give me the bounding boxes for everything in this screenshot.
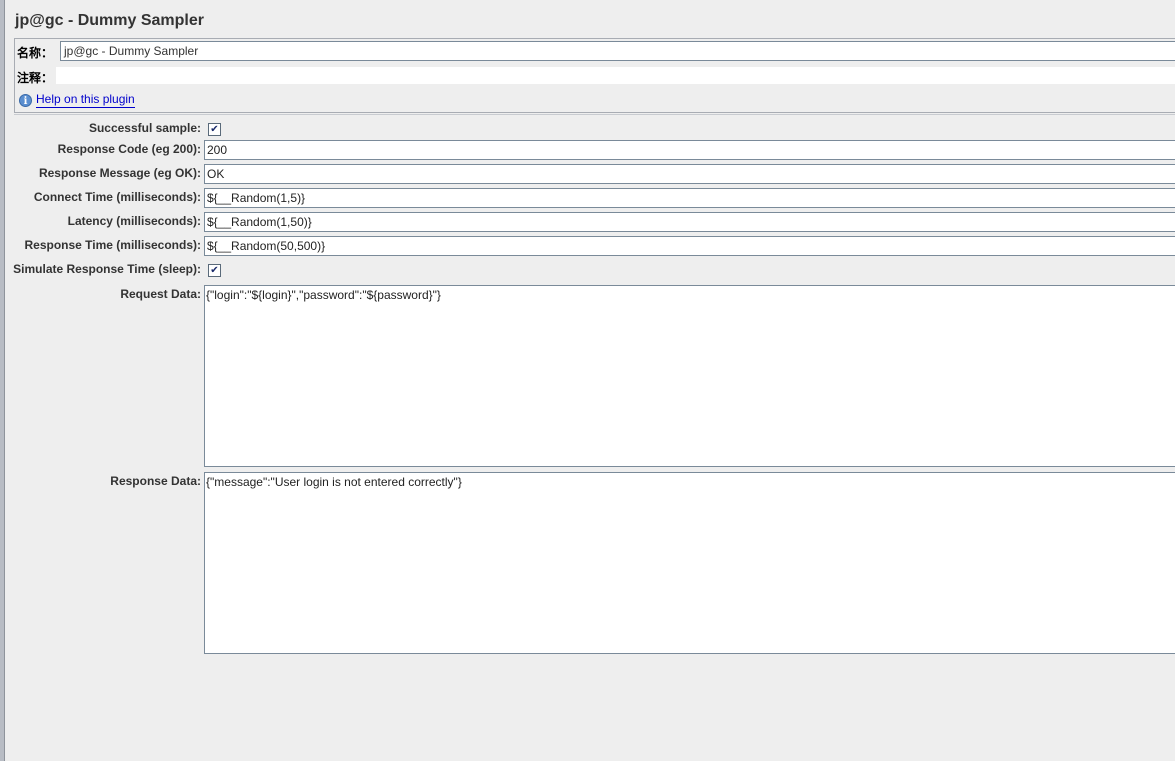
info-icon: i [19,94,32,107]
comment-label: 注释： [17,71,54,85]
left-window-border [0,0,5,761]
response-data-label: Response Data: [110,474,201,488]
connect-time-label: Connect Time (milliseconds): [33,190,201,204]
help-plugin-link[interactable]: Help on this plugin [36,92,135,108]
simulate-sleep-label: Simulate Response Time (sleep): [13,262,201,276]
response-data-textarea[interactable]: {"message":"User login is not entered co… [204,472,1175,654]
name-comment-panel: 名称： jp@gc - Dummy Sampler 注释： i Help on … [14,38,1175,113]
comment-input[interactable] [56,67,1175,84]
response-code-label: Response Code (eg 200): [57,142,201,156]
latency-input[interactable]: ${__Random(1,50)} [204,212,1175,232]
page-title: jp@gc - Dummy Sampler [15,12,204,29]
response-code-input[interactable]: 200 [204,140,1175,160]
successful-sample-label: Successful sample: [88,121,201,135]
name-input[interactable]: jp@gc - Dummy Sampler [60,41,1175,61]
response-time-input[interactable]: ${__Random(50,500)} [204,236,1175,256]
simulate-sleep-checkbox[interactable]: ✔ [208,264,221,277]
request-data-textarea[interactable]: {"login":"${login}","password":"${passwo… [204,285,1175,467]
response-time-label: Response Time (milliseconds): [24,238,202,252]
connect-time-input[interactable]: ${__Random(1,5)} [204,188,1175,208]
section-divider [14,114,1175,115]
response-message-input[interactable]: OK [204,164,1175,184]
latency-label: Latency (milliseconds): [67,214,201,228]
request-data-label: Request Data: [120,287,201,301]
name-label: 名称： [17,46,54,60]
response-message-label: Response Message (eg OK): [38,166,201,180]
successful-sample-checkbox[interactable]: ✔ [208,123,221,136]
